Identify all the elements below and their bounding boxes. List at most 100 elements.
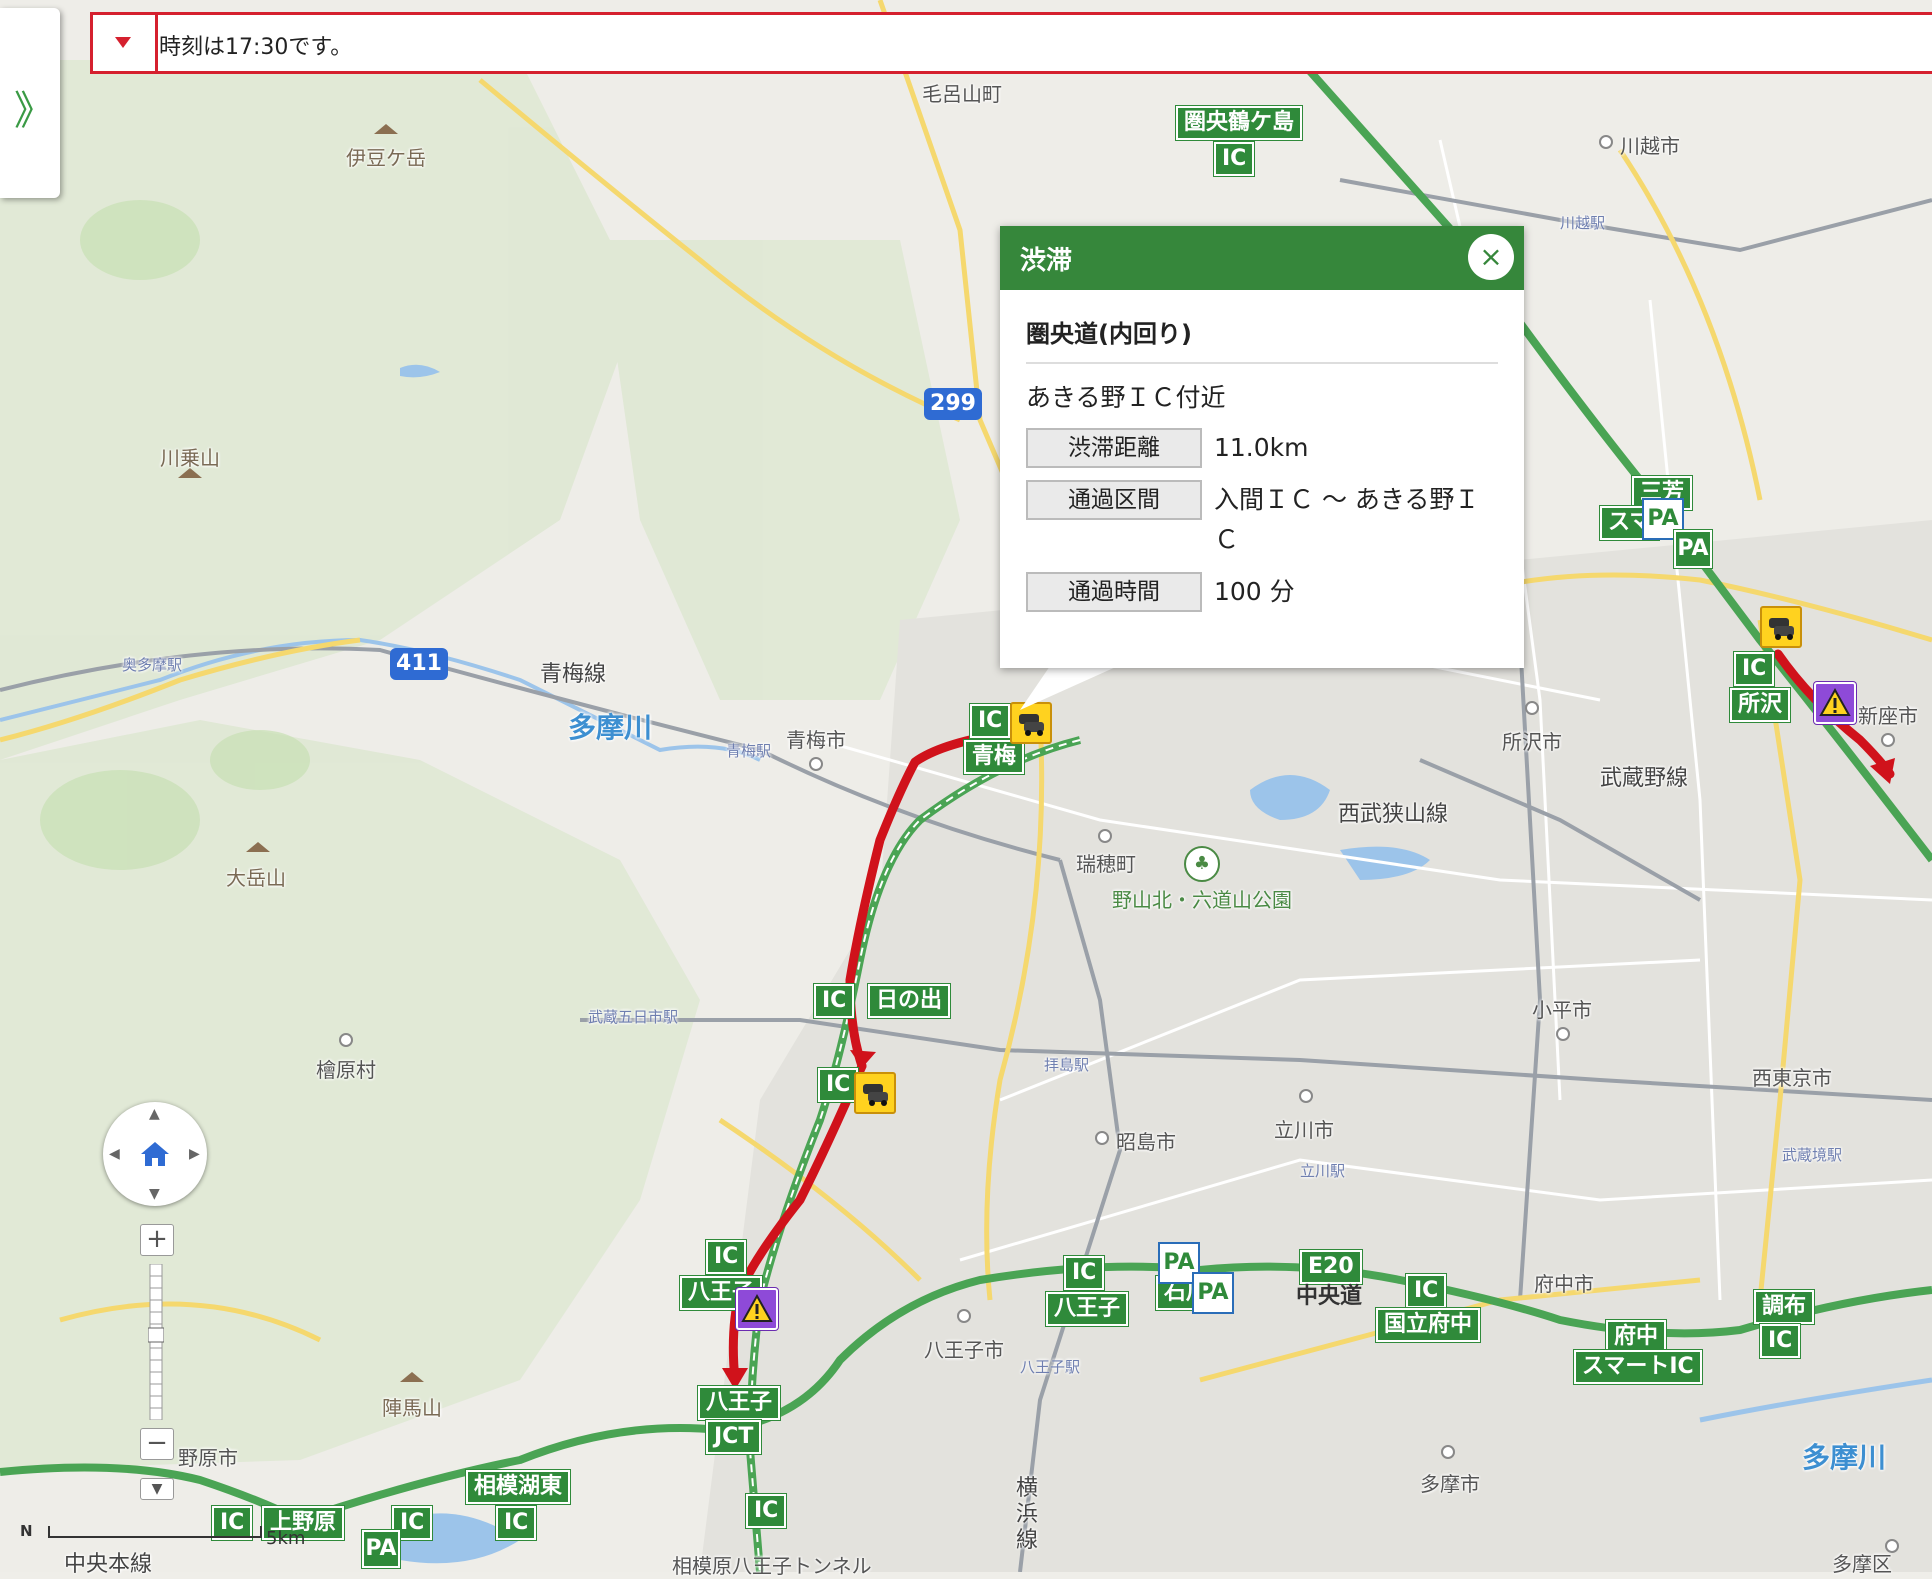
close-icon[interactable]: × [1468,234,1514,280]
park-sayama: 野山北・六道山公園 [1112,888,1292,912]
scale-label: 5km [266,1528,306,1549]
pan-control[interactable]: ▲ ▼ ◀ ▶ [103,1102,207,1206]
hw-label-kenoudoturugashima: 圏央鶴ケ島 [1176,106,1303,140]
hw-label-takao-ic: IC [746,1494,787,1528]
hw-label-turugashima-ic: IC [1214,142,1255,176]
place-hinohara: 檜原村 [316,1058,376,1082]
dropdown-triangle-icon[interactable] [115,37,131,48]
station-kawakoshi: 川越駅 [1560,214,1606,232]
place-kawakoshi: 川越市 [1620,134,1680,158]
park-icon: ♣ [1184,846,1220,882]
parking-area-icon[interactable]: PA [1160,1244,1198,1282]
hw-label-hachioji-jct: 八王子 [698,1386,781,1420]
station-haijima: 拝島駅 [1044,1056,1090,1074]
line-yokohamasen: 横浜線 [1016,1476,1039,1553]
parking-area-icon[interactable]: PA [1674,530,1712,568]
status-message: 時刻は17:30です。 [159,35,353,60]
hw-label-chuodo: 中央道 [1296,1284,1363,1309]
place-tokorozawa-shi: 所沢市 [1502,730,1562,754]
hw-label-hachioji-nishi-ic: IC [706,1240,747,1274]
hw-label-akiruno-ic: IC [818,1068,859,1102]
place-tama-shi: 多摩市 [1420,1472,1480,1496]
line-omesen: 青梅線 [540,662,607,687]
divider [155,15,158,71]
hw-label-hachioji: 八王子 [1046,1292,1129,1326]
tunnel-sagamihara-hachioji: 相模原八王子トンネル [672,1554,872,1578]
warning-icon[interactable] [1814,682,1856,724]
place-noharashi: 野原市 [178,1446,238,1470]
row-value-time: 100 分 [1214,577,1295,606]
parking-area-icon[interactable]: PA [1194,1274,1232,1312]
place-omeshi: 青梅市 [786,728,846,752]
route-shield-411: 411 [390,648,448,680]
place-fuchu-shi: 府中市 [1534,1272,1594,1296]
zoom-menu-button[interactable]: ▼ [140,1478,174,1500]
popup-header: 渋滞 × [1000,226,1524,290]
place-akishima: 昭島市 [1116,1130,1176,1154]
hw-label-kunitachifuchu: 国立府中 [1376,1308,1481,1342]
mountain-kawanoriyama: 川乗山 [160,446,220,470]
route-shield-299: 299 [924,388,982,420]
hw-label-hinode-ic: IC [814,984,855,1018]
line-seibusayamasen: 西武狭山線 [1338,802,1449,827]
north-indicator: N [20,1522,33,1540]
river-tamagawa-2: 多摩川 [1802,1441,1887,1474]
station-ome: 青梅駅 [726,742,772,760]
place-kemoyamachi: 毛呂山町 [922,82,1002,106]
line-chuohonsen: 中央本線 [64,1552,153,1577]
parking-area-icon[interactable]: PA [362,1530,400,1568]
pan-left-icon[interactable]: ◀ [109,1146,120,1162]
station-musashi-itsukaichi: 武蔵五日市駅 [588,1008,679,1026]
side-panel-toggle[interactable]: 》 [0,8,60,198]
popup-title: 渋滞 [1020,246,1073,276]
hw-label-ome-ic: IC [970,704,1011,738]
congestion-location: あきる野ＩＣ付近 [1026,383,1226,412]
hw-label-tokorozawa-ic: IC [1734,652,1775,686]
zoom-out-button[interactable]: − [140,1428,174,1460]
place-mizuho: 瑞穂町 [1076,852,1136,876]
zoom-in-button[interactable]: + [140,1224,174,1256]
road-name: 圏央道(内回り) [1026,320,1192,348]
traffic-jam-icon[interactable] [1760,606,1802,648]
mountain-izugatake: 伊豆ケ岳 [346,146,426,170]
station-okutama: 奥多摩駅 [122,656,183,674]
traffic-jam-icon[interactable] [854,1072,896,1114]
river-tamagawa-1: 多摩川 [568,711,653,744]
hw-label-chofu: 調布 [1754,1290,1815,1324]
divider [1026,362,1498,364]
home-icon[interactable] [139,1138,171,1170]
hw-label-e20: E20 [1300,1250,1362,1284]
congestion-popup: 渋滞 × 圏央道(内回り) あきる野ＩＣ付近 渋滞距離 11.0km 通過区間 … [1000,226,1524,668]
hw-label-hachioji-ic: IC [1064,1256,1105,1290]
hw-label-kunitachifuchu-ic: IC [1406,1274,1447,1308]
status-bar: 時刻は17:30です。 [90,12,1932,74]
station-hachioji: 八王子駅 [1020,1358,1081,1376]
station-tachikawa: 立川駅 [1300,1162,1346,1180]
mountain-jinbasan: 陣馬山 [382,1396,442,1420]
hw-label-fuchu: 府中 [1606,1320,1667,1354]
pan-up-icon[interactable]: ▲ [149,1106,160,1122]
hw-label-tokorozawa: 所沢 [1730,688,1791,722]
place-tamaku: 多摩区 [1832,1552,1892,1576]
line-musashinosen: 武蔵野線 [1600,766,1689,791]
hw-label-hinode: 日の出 [868,984,951,1018]
traffic-jam-icon[interactable] [1010,702,1052,744]
scale-bar [48,1526,262,1538]
hw-label-sagamikohigashi: 相模湖東 [466,1470,571,1504]
mountain-odake: 大岳山 [226,866,286,890]
row-label-section: 通過区間 [1026,480,1202,520]
warning-icon[interactable] [736,1288,778,1330]
place-tachikawa: 立川市 [1274,1118,1334,1142]
place-hachioji-shi: 八王子市 [924,1338,1004,1362]
row-label-time: 通過時間 [1026,572,1202,612]
zoom-slider[interactable] [148,1264,164,1420]
pan-down-icon[interactable]: ▼ [149,1186,160,1202]
hw-label-sagamikohigashi-ic: IC [496,1506,537,1540]
hw-label-fuchu-smart-ic: スマートIC [1574,1350,1702,1384]
hw-label-jct: JCT [706,1420,762,1454]
hw-label-chofu-ic: IC [1760,1324,1801,1358]
chevron-double-right-icon: 》 [14,88,54,134]
row-label-distance: 渋滞距離 [1026,428,1202,468]
pan-right-icon[interactable]: ▶ [189,1146,200,1162]
place-nishitokyo: 西東京市 [1752,1066,1832,1090]
